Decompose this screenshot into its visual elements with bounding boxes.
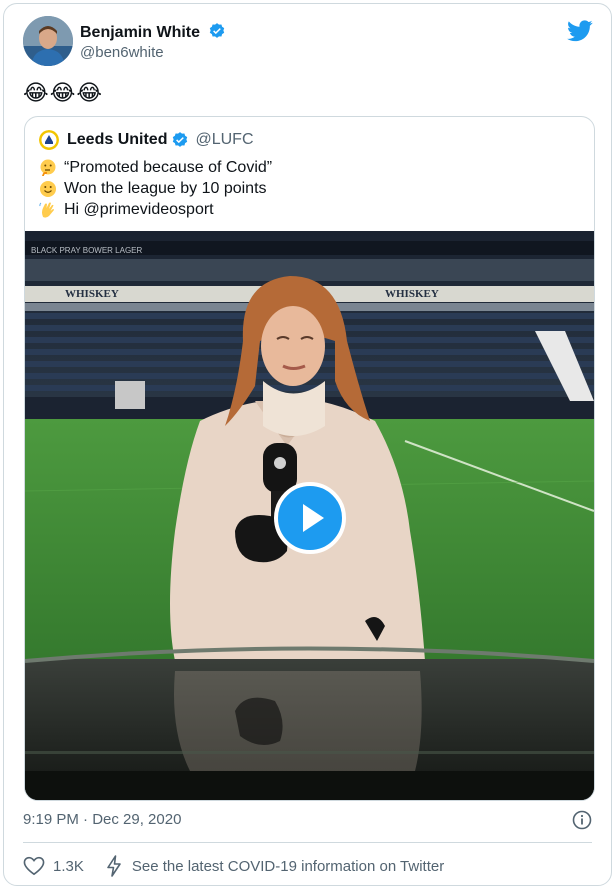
info-icon[interactable]	[572, 810, 592, 830]
author-handle[interactable]: @ben6white	[80, 44, 164, 61]
author-name-text[interactable]: Benjamin White	[80, 24, 200, 41]
author-avatar[interactable]	[23, 16, 73, 66]
play-button[interactable]	[274, 482, 346, 554]
play-icon	[303, 504, 324, 532]
quoted-author-handle[interactable]: @LUFC	[195, 131, 253, 149]
twitter-bird-icon[interactable]	[567, 20, 593, 42]
quoted-line-text: Hi @primevideosport	[64, 201, 214, 218]
heart-icon	[23, 856, 45, 876]
quoted-line-text: “Promoted because of Covid”	[64, 159, 273, 176]
quoted-tweet-text: “Promoted because of Covid” Won the leag…	[39, 157, 272, 220]
verified-badge-icon	[210, 23, 225, 38]
stadium-signage-text: BLACK PRAY BOWER LAGER	[31, 246, 143, 255]
waving-hand-icon	[39, 202, 54, 218]
quoted-tweet[interactable]: Leeds United @LUFC “Promoted because of …	[24, 116, 595, 801]
tweet-card: Benjamin White @ben6white 😂😂😂 Leeds Unit…	[3, 3, 612, 886]
tweet-actions: 1.3K See the latest COVID-19 information…	[23, 855, 444, 877]
stadium-signage-text: WHISKEY	[385, 288, 439, 300]
tweet-text: 😂😂😂	[23, 80, 104, 105]
slightly-smiling-face-icon	[40, 180, 56, 197]
quoted-line: Won the league by 10 points	[39, 178, 272, 199]
stadium-signage-text: WHISKEY	[65, 288, 119, 300]
like-button[interactable]: 1.3K	[23, 856, 84, 876]
quoted-line-text: Won the league by 10 points	[64, 180, 267, 197]
lightning-bolt-icon	[107, 855, 121, 877]
verified-badge-icon	[173, 132, 188, 147]
quoted-line: “Promoted because of Covid”	[39, 157, 272, 178]
thinking-face-icon	[40, 159, 56, 176]
quoted-author-name[interactable]: Leeds United	[67, 131, 167, 149]
quoted-tweet-header: Leeds United @LUFC	[39, 129, 254, 151]
video-player[interactable]: BLACK PRAY BOWER LAGER WHISKEY WHISKEY	[25, 231, 594, 800]
covid-info-link[interactable]: See the latest COVID-19 information on T…	[106, 855, 444, 877]
like-count: 1.3K	[53, 857, 84, 875]
quoted-line: Hi @primevideosport	[39, 199, 272, 220]
author-name[interactable]: Benjamin White	[80, 22, 226, 42]
leeds-united-badge-icon[interactable]	[39, 130, 59, 150]
tweet-timestamp[interactable]: 9:19 PM · Dec 29, 2020	[23, 811, 181, 828]
divider	[23, 842, 592, 843]
covid-info-text[interactable]: See the latest COVID-19 information on T…	[132, 858, 444, 875]
